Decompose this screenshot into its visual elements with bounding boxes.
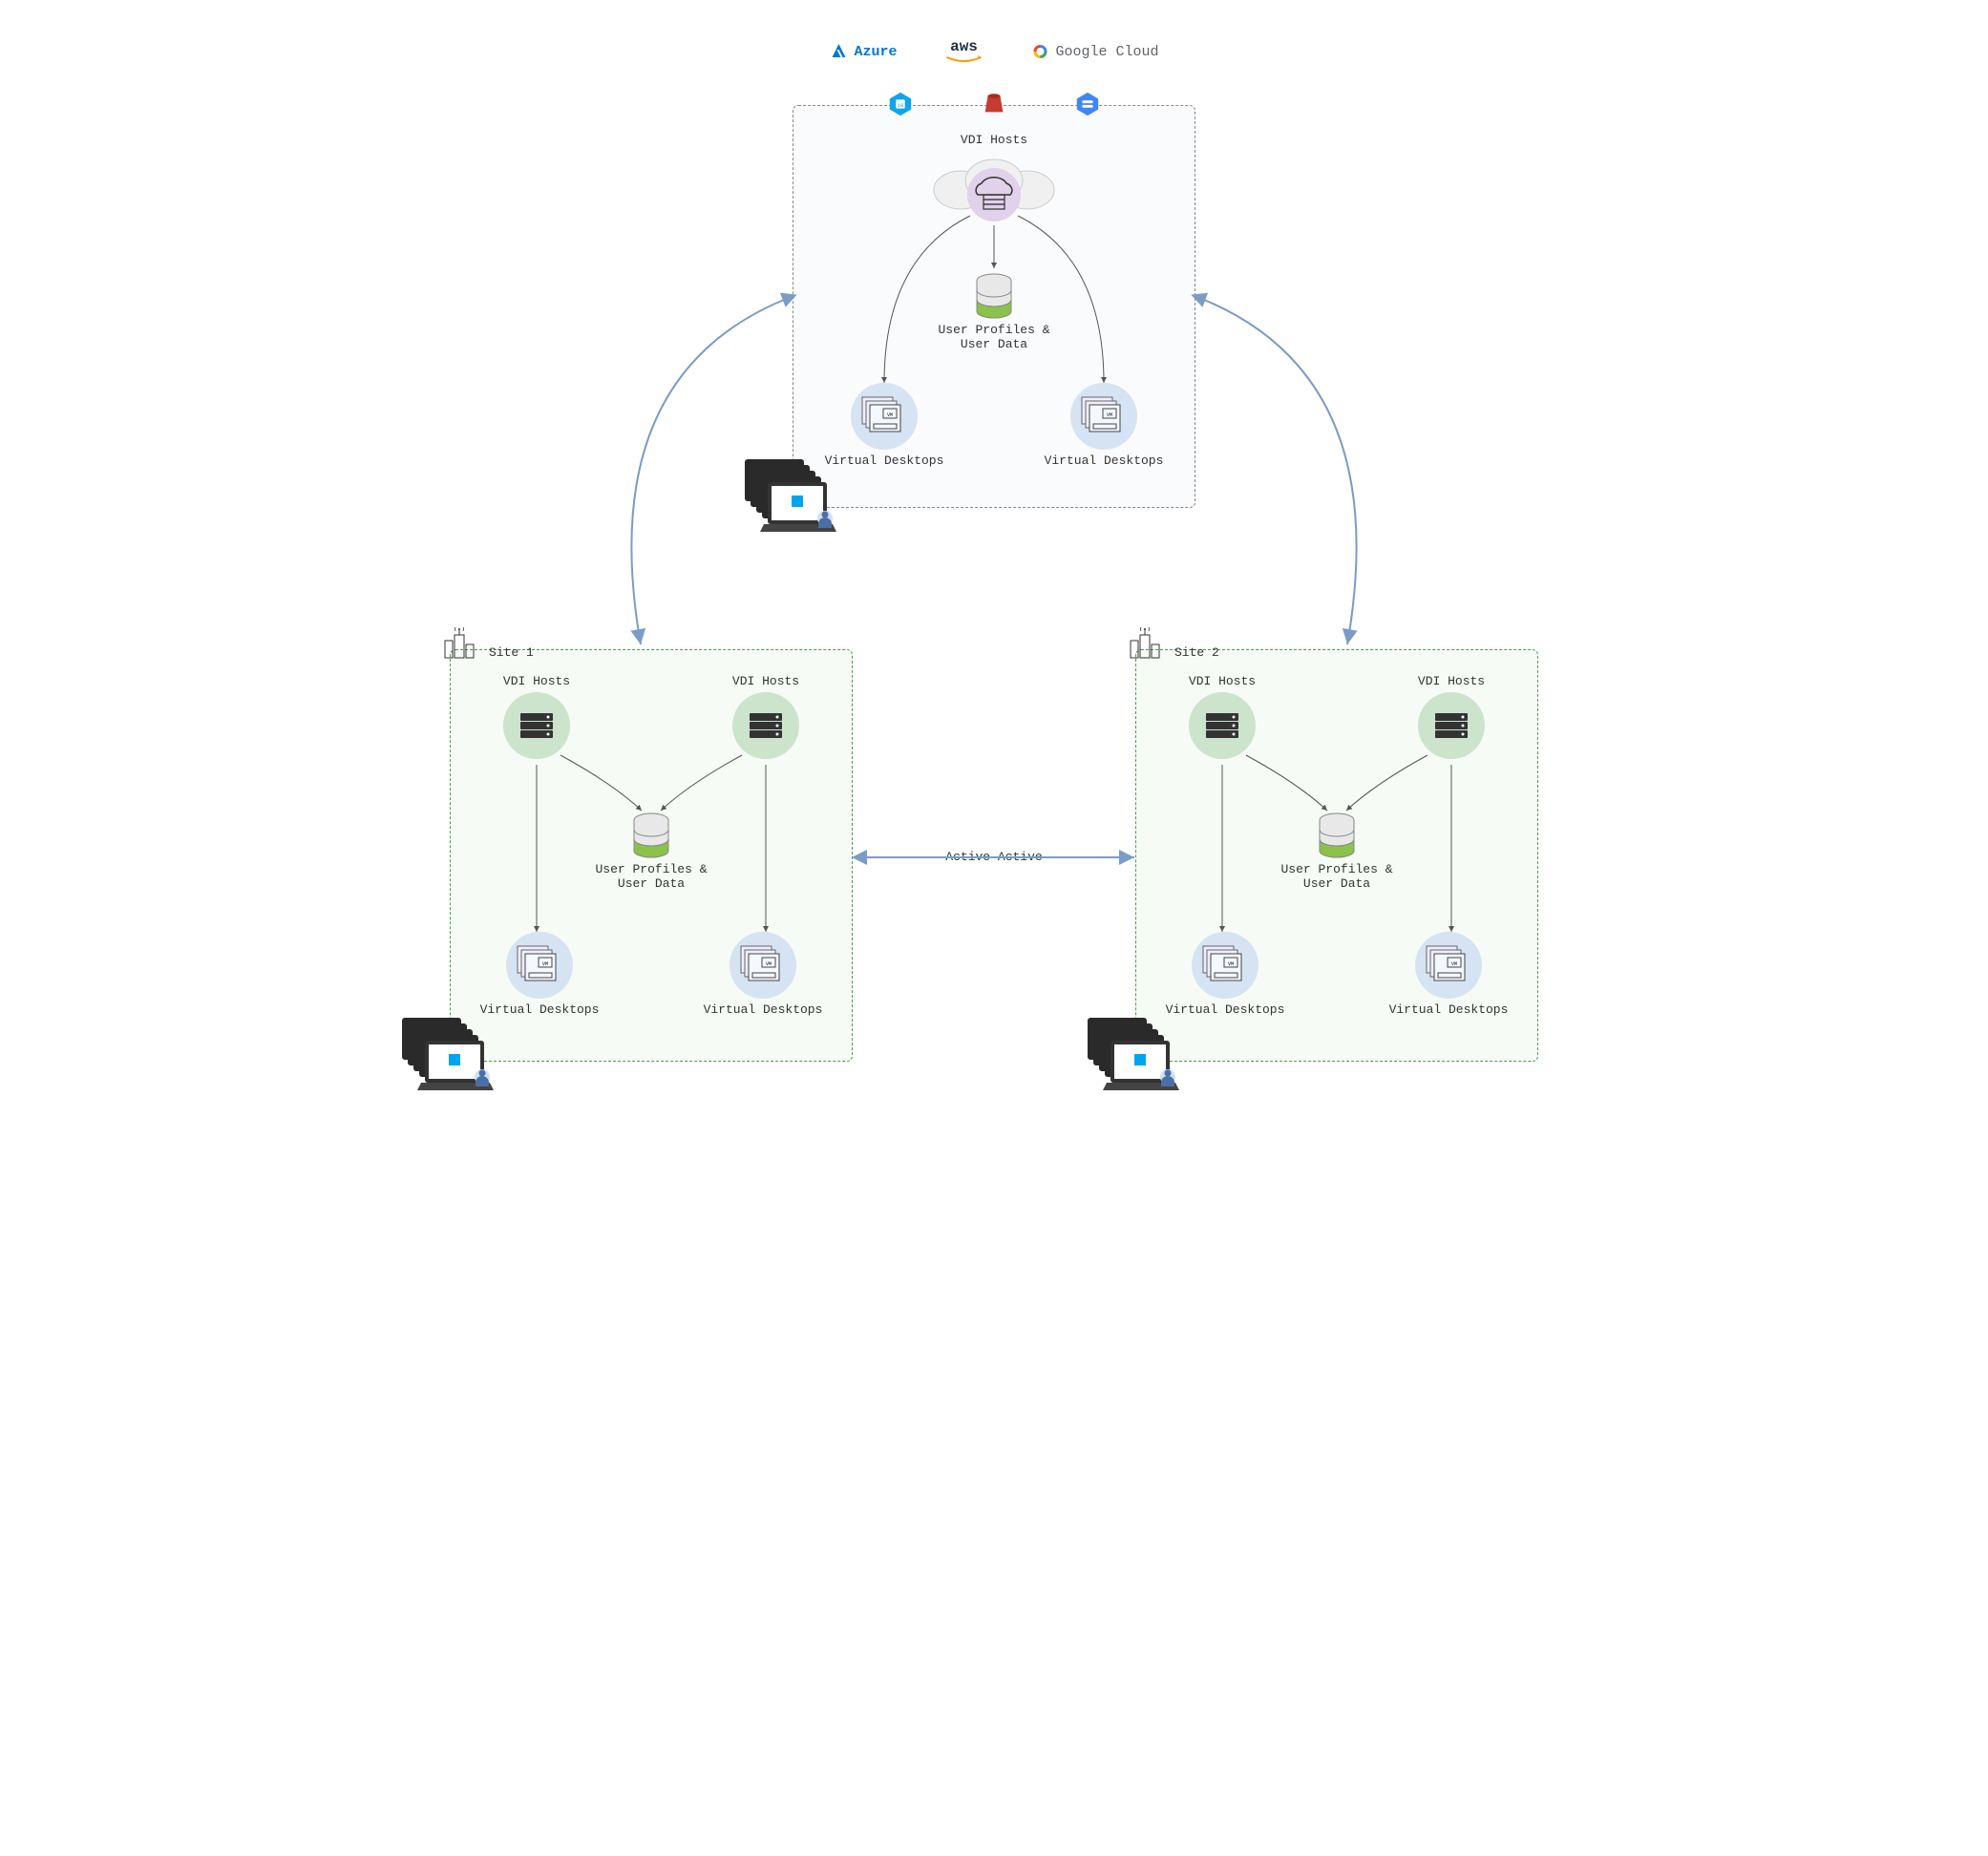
site1-db-label: User Profiles & User Data <box>570 862 732 891</box>
site2-box: Site 2 VDI Hosts VDI Hosts User Profiles… <box>1135 649 1538 1062</box>
site1-db: User Profiles & User Data <box>570 812 732 891</box>
site2-laptop-stack <box>1084 1014 1189 1104</box>
active-active-label: Active-Active <box>945 850 1042 864</box>
site1-vd-right-label: Virtual Desktops <box>682 1002 844 1017</box>
svg-text:VM: VM <box>766 961 772 967</box>
cloud-db-node: User Profiles & User Data <box>913 273 1075 351</box>
vm-stack-icon: VM <box>730 932 796 999</box>
site1-vdi-host-left: VDI Hosts <box>479 674 594 759</box>
site2-label: Site 2 <box>1174 645 1219 660</box>
database-icon <box>630 812 672 858</box>
cloud-vd-right-label: Virtual Desktops <box>1023 453 1185 468</box>
cloud-vd-right: VM Virtual Desktops <box>1023 383 1185 468</box>
azure-storage-icon: 10 <box>887 91 914 117</box>
gcp-logo: Google Cloud <box>1030 42 1158 61</box>
svg-text:VM: VM <box>1228 961 1234 967</box>
site2-db-label: User Profiles & User Data <box>1256 862 1418 891</box>
site2-vd-left: VM Virtual Desktops <box>1144 932 1306 1017</box>
database-icon <box>1316 812 1358 858</box>
vm-stack-icon: VM <box>1415 932 1482 999</box>
cloud-shape-icon <box>922 147 1066 223</box>
site2-vdi-label-r: VDI Hosts <box>1394 674 1509 688</box>
site2-vd-right-label: Virtual Desktops <box>1367 1002 1530 1017</box>
site1-vd-left: VM Virtual Desktops <box>458 932 621 1017</box>
cloud-box: 10 VDI Hosts <box>793 105 1195 508</box>
aws-s3-icon <box>981 91 1007 117</box>
site2-vdi-host-right: VDI Hosts <box>1394 674 1509 759</box>
svg-text:VM: VM <box>542 961 548 967</box>
svg-text:VM: VM <box>887 412 893 418</box>
cloud-vdi-hosts-label: VDI Hosts <box>922 133 1066 147</box>
site1-vdi-label-l: VDI Hosts <box>479 674 594 688</box>
vm-stack-icon: VM <box>1192 932 1258 999</box>
cloud-service-icons: 10 <box>887 91 1101 117</box>
site2-vdi-label-l: VDI Hosts <box>1165 674 1280 688</box>
cloud-laptop-stack <box>741 455 846 545</box>
server-icon <box>732 692 799 759</box>
site-icon <box>443 627 479 660</box>
site2-vdi-host-left: VDI Hosts <box>1165 674 1280 759</box>
vm-stack-icon: VM <box>506 932 573 999</box>
server-icon <box>503 692 570 759</box>
azure-logo: Azure <box>829 42 897 61</box>
svg-text:10: 10 <box>898 102 904 109</box>
svg-text:VM: VM <box>1107 412 1112 418</box>
server-icon <box>1418 692 1485 759</box>
database-icon <box>973 273 1015 319</box>
site1-laptop-stack <box>398 1014 503 1104</box>
site1-label: Site 1 <box>489 645 534 660</box>
azure-label: Azure <box>854 44 897 60</box>
site1-vdi-host-right: VDI Hosts <box>708 674 823 759</box>
site2-db: User Profiles & User Data <box>1256 812 1418 891</box>
svg-text:VM: VM <box>1451 961 1457 967</box>
vm-stack-icon: VM <box>1070 383 1137 450</box>
aws-label: aws <box>950 38 978 55</box>
cloud-vdi-host-group: VDI Hosts <box>922 133 1066 227</box>
site1-vdi-label-r: VDI Hosts <box>708 674 823 688</box>
site1-box: Site 1 VDI Hosts VDI Hosts User Profiles… <box>450 649 853 1062</box>
server-icon <box>1189 692 1256 759</box>
aws-logo: aws <box>944 38 983 65</box>
diagram-canvas: Azure aws Google Cloud 10 <box>421 38 1567 1107</box>
gcp-label: Google Cloud <box>1055 44 1158 60</box>
site1-vd-right: VM Virtual Desktops <box>682 932 844 1017</box>
site-icon <box>1129 627 1165 660</box>
cloud-db-label: User Profiles & User Data <box>913 323 1075 351</box>
site2-vd-right: VM Virtual Desktops <box>1367 932 1530 1017</box>
site1-label-group: Site 1 <box>443 627 534 660</box>
cloud-logos-row: Azure aws Google Cloud <box>829 38 1158 65</box>
gcp-storage-icon <box>1074 91 1101 117</box>
vm-stack-icon: VM <box>851 383 918 450</box>
site2-label-group: Site 2 <box>1129 627 1219 660</box>
